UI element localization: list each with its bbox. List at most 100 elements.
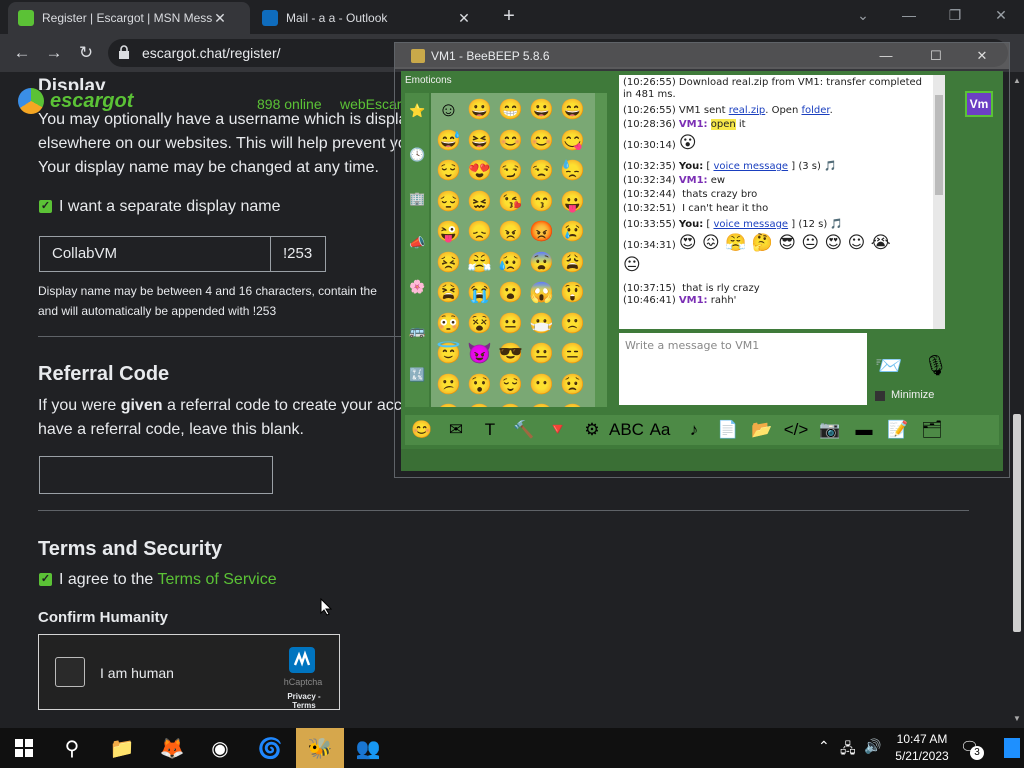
- emoticon-item[interactable]: 😶: [433, 400, 464, 407]
- vm-user-avatar[interactable]: Vm: [965, 91, 993, 117]
- symbols-category-icon[interactable]: 🔣: [409, 367, 425, 383]
- beebeep-minimize-button[interactable]: —: [871, 47, 901, 65]
- emoticon-item[interactable]: 😵: [464, 309, 495, 340]
- close-tab-icon[interactable]: ✕: [212, 10, 228, 27]
- emoticon-item[interactable]: 😢: [557, 217, 588, 248]
- emoticon-scrollbar[interactable]: [595, 93, 607, 407]
- scroll-down-icon[interactable]: ▼: [1012, 714, 1022, 724]
- emoticon-item[interactable]: 😆: [464, 126, 495, 157]
- emoticon-item[interactable]: 😞: [464, 217, 495, 248]
- beebeep-taskbar-icon[interactable]: 🐝: [296, 728, 344, 768]
- emoticon-item[interactable]: 😯: [464, 370, 495, 401]
- send-message-icon[interactable]: 📨: [875, 353, 903, 379]
- emoticon-item[interactable]: 😷: [526, 309, 557, 340]
- voice-message-link[interactable]: voice message: [713, 219, 788, 230]
- microphone-icon[interactable]: 🎙: [923, 353, 948, 379]
- emoticon-item[interactable]: 😎: [495, 339, 526, 370]
- emoticon-item[interactable]: 😐: [495, 309, 526, 340]
- beebeep-toolbar-button[interactable]: 📷: [813, 417, 847, 443]
- system-clock[interactable]: 10:47 AM 5/21/2023: [892, 731, 952, 765]
- start-button[interactable]: [0, 728, 48, 768]
- search-icon[interactable]: ⚲: [48, 728, 96, 768]
- emoticon-item[interactable]: 😈: [464, 339, 495, 370]
- beebeep-toolbar-button[interactable]: ✉: [439, 417, 473, 443]
- emoticon-item[interactable]: 😘: [495, 187, 526, 218]
- page-scrollbar[interactable]: ▲ ▼: [1010, 72, 1024, 728]
- emoticon-item[interactable]: 😦: [557, 400, 588, 407]
- tab-escargot-register[interactable]: Register | Escargot | MSN Messenger ✕: [8, 2, 250, 34]
- emoticon-item[interactable]: 😐: [526, 339, 557, 370]
- emoticon-item[interactable]: 😬: [495, 400, 526, 407]
- emoticon-item[interactable]: 😛: [557, 187, 588, 218]
- emoticon-item[interactable]: 😮: [495, 278, 526, 309]
- beebeep-toolbar-button[interactable]: 📝: [881, 417, 915, 443]
- tab-outlook-mail[interactable]: Mail - a a - Outlook ✕: [252, 2, 488, 34]
- emoticon-item[interactable]: 😜: [433, 217, 464, 248]
- beebeep-maximize-button[interactable]: ☐: [921, 47, 951, 65]
- emoticon-item[interactable]: 😔: [433, 187, 464, 218]
- emoticon-item[interactable]: 😶: [526, 370, 557, 401]
- emoticon-item[interactable]: 😖: [464, 187, 495, 218]
- emoticon-item[interactable]: 😌: [495, 370, 526, 401]
- emoticon-item[interactable]: 😑: [557, 339, 588, 370]
- emoticon-item[interactable]: 😡: [526, 217, 557, 248]
- emoticon-item[interactable]: 😲: [557, 278, 588, 309]
- emoticon-item[interactable]: 😍: [464, 156, 495, 187]
- emoticon-item[interactable]: 😧: [464, 400, 495, 407]
- star-category-icon[interactable]: ⭐: [409, 103, 425, 119]
- beebeep-toolbar-button[interactable]: 🗂: [915, 417, 949, 443]
- open-folder-link[interactable]: folder: [801, 105, 829, 116]
- file-explorer-icon[interactable]: 📁: [98, 728, 146, 768]
- forward-icon[interactable]: →: [42, 41, 66, 65]
- emoticon-item[interactable]: 😫: [433, 278, 464, 309]
- captcha-privacy-terms-link[interactable]: Privacy - Terms: [275, 692, 333, 710]
- emoticon-item[interactable]: 😨: [526, 248, 557, 279]
- show-desktop-button[interactable]: [1004, 738, 1020, 758]
- emoticon-item[interactable]: 😇: [433, 339, 464, 370]
- reload-icon[interactable]: ↻: [74, 41, 98, 65]
- beebeep-toolbar-button[interactable]: ♪: [677, 417, 711, 443]
- back-icon[interactable]: ←: [10, 41, 34, 65]
- emoticon-item[interactable]: 😭: [464, 278, 495, 309]
- bus-category-icon[interactable]: 🚌: [409, 323, 425, 339]
- tray-overflow-icon[interactable]: ⌃: [818, 738, 830, 755]
- building-category-icon[interactable]: 🏢: [409, 191, 425, 207]
- message-input[interactable]: Write a message to VM1: [619, 333, 867, 405]
- emoticon-item[interactable]: 🙁: [557, 309, 588, 340]
- voice-message-link[interactable]: voice message: [713, 161, 788, 172]
- beebeep-toolbar-button[interactable]: ⚙: [575, 417, 609, 443]
- referral-code-input[interactable]: [39, 456, 273, 494]
- emoticon-item[interactable]: 😣: [433, 248, 464, 279]
- agree-terms-checkbox[interactable]: ✓: [39, 573, 52, 586]
- emoticon-item[interactable]: 😊: [495, 126, 526, 157]
- emoticon-item[interactable]: 😳: [433, 309, 464, 340]
- emoticon-item[interactable]: 😩: [557, 248, 588, 279]
- emoticon-item[interactable]: 😊: [526, 126, 557, 157]
- emoticon-item[interactable]: 😋: [557, 126, 588, 157]
- emoticon-item[interactable]: 😏: [495, 156, 526, 187]
- emoticon-item[interactable]: 😁: [495, 95, 526, 126]
- minimize-checkbox[interactable]: [875, 391, 885, 401]
- emoticon-item[interactable]: 😒: [526, 156, 557, 187]
- flower-category-icon[interactable]: 🌸: [409, 279, 425, 295]
- restore-window-button[interactable]: ❐: [932, 4, 978, 26]
- separate-display-checkbox[interactable]: ✓: [39, 200, 52, 213]
- beebeep-toolbar-button[interactable]: ▬: [847, 417, 881, 443]
- beebeep-toolbar-button[interactable]: Aa: [643, 417, 677, 443]
- network-icon[interactable]: 🖧: [840, 738, 856, 762]
- terms-of-service-link[interactable]: Terms of Service: [157, 571, 276, 588]
- emoticon-item[interactable]: 😀: [526, 95, 557, 126]
- beebeep-toolbar-button[interactable]: 📂: [745, 417, 779, 443]
- emoticon-item[interactable]: 😓: [557, 156, 588, 187]
- emoticon-item[interactable]: 😥: [495, 248, 526, 279]
- chrome-icon[interactable]: ◉: [196, 728, 244, 768]
- beebeep-toolbar-button[interactable]: </>: [779, 417, 813, 443]
- chat-scrollbar[interactable]: [933, 75, 945, 329]
- beebeep-toolbar-button[interactable]: T: [473, 417, 507, 443]
- tab-search-icon[interactable]: ⌄: [840, 4, 886, 26]
- emoticon-item[interactable]: 😀: [464, 95, 495, 126]
- minimize-window-button[interactable]: —: [886, 4, 932, 26]
- emoticon-item[interactable]: 😌: [433, 156, 464, 187]
- emoticon-item[interactable]: 😵: [526, 400, 557, 407]
- beebeep-toolbar-button[interactable]: 😊: [405, 417, 439, 443]
